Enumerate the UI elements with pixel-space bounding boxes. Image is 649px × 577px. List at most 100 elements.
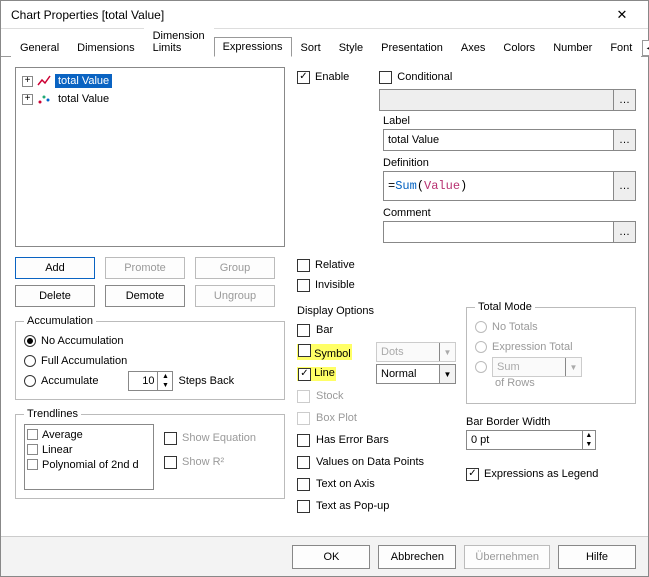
apply-button[interactable]: Übernehmen	[464, 545, 550, 569]
accumulation-group: Accumulation No Accumulation Full Accumu…	[15, 315, 285, 400]
cancel-button[interactable]: Abbrechen	[378, 545, 456, 569]
highlight: Symbol	[297, 344, 352, 360]
radio-expression-total	[475, 341, 487, 353]
browse-icon[interactable]: …	[613, 130, 635, 150]
total-mode-group: Total Mode No Totals Expression Total Su…	[466, 301, 636, 404]
scatter-icon	[37, 92, 51, 106]
checkbox-bar[interactable]	[297, 324, 310, 337]
expand-icon[interactable]: +	[22, 76, 33, 87]
trendlines-list[interactable]: Average Linear Polynomial of 2nd d	[24, 424, 154, 490]
list-item[interactable]: Average	[27, 427, 151, 442]
tab-presentation[interactable]: Presentation	[372, 38, 452, 57]
checkbox-expressions-as-legend[interactable]	[466, 468, 479, 481]
label-label: Label	[383, 115, 636, 127]
help-button[interactable]: Hilfe	[558, 545, 636, 569]
ungroup-button[interactable]: Ungroup	[195, 285, 275, 307]
browse-icon[interactable]: …	[613, 172, 635, 200]
tab-expressions[interactable]: Expressions	[214, 37, 292, 57]
ok-button[interactable]: OK	[292, 545, 370, 569]
checkbox-text-as-popup[interactable]	[297, 500, 310, 513]
symbol-combo[interactable]: Dots▼	[376, 342, 456, 362]
bar-border-input[interactable]	[467, 431, 582, 449]
radio-sum-of-rows	[475, 361, 487, 373]
dialog-window: Chart Properties [total Value] ✕ General…	[0, 0, 649, 577]
checkbox-invisible[interactable]	[297, 279, 310, 292]
chevron-down-icon: ▼	[565, 358, 581, 376]
checkbox-text-on-axis[interactable]	[297, 478, 310, 491]
tab-sort[interactable]: Sort	[292, 38, 330, 57]
browse-icon[interactable]: …	[613, 90, 635, 110]
window-title: Chart Properties [total Value]	[11, 8, 602, 22]
promote-button[interactable]: Promote	[105, 257, 185, 279]
tab-dimension-limits[interactable]: Dimension Limits	[144, 26, 214, 57]
comment-input[interactable]	[384, 222, 613, 242]
checkbox-box-plot	[297, 412, 310, 425]
definition-field[interactable]: =Sum(Value) …	[383, 171, 636, 201]
delete-button[interactable]: Delete	[15, 285, 95, 307]
tree-row[interactable]: + total Value	[20, 72, 280, 90]
close-icon[interactable]: ✕	[602, 2, 642, 28]
radio-accumulate[interactable]	[24, 375, 36, 387]
tab-axes[interactable]: Axes	[452, 38, 494, 57]
trendlines-group: Trendlines Average Linear Polynomial of …	[15, 408, 285, 499]
tab-number[interactable]: Number	[544, 38, 601, 57]
comment-field[interactable]: …	[383, 221, 636, 243]
group-button[interactable]: Group	[195, 257, 275, 279]
checkbox-show-equation	[164, 432, 177, 445]
checkbox-show-r2	[164, 456, 177, 469]
dialog-footer: OK Abbrechen Übernehmen Hilfe	[1, 536, 648, 576]
tab-general[interactable]: General	[11, 38, 68, 57]
list-item[interactable]: Linear	[27, 442, 151, 457]
label-input[interactable]	[384, 130, 613, 150]
radio-label: Accumulate	[41, 375, 98, 387]
checkbox-conditional[interactable]	[379, 71, 392, 84]
radio-full-accumulation[interactable]	[24, 355, 36, 367]
radio-label: Full Accumulation	[41, 355, 127, 367]
display-options-label: Display Options	[297, 305, 456, 317]
line-combo[interactable]: Normal▼	[376, 364, 456, 384]
checkbox-relative[interactable]	[297, 259, 310, 272]
radio-no-totals	[475, 321, 487, 333]
chevron-down-icon[interactable]: ▼	[439, 343, 455, 361]
tab-scroll-left-icon[interactable]: ◄	[642, 40, 649, 56]
definition-label: Definition	[383, 157, 636, 169]
tab-style[interactable]: Style	[330, 38, 372, 57]
steps-input[interactable]	[129, 372, 157, 390]
expand-icon[interactable]: +	[22, 94, 33, 105]
steps-spinner[interactable]: ▲▼	[128, 371, 173, 391]
checkbox-symbol[interactable]	[298, 344, 311, 357]
tab-colors[interactable]: Colors	[494, 38, 544, 57]
radio-no-accumulation[interactable]	[24, 335, 36, 347]
conditional-label: Conditional	[397, 71, 452, 83]
bar-border-spinner[interactable]: ▲▼	[466, 430, 596, 450]
list-item[interactable]: Polynomial of 2nd d	[27, 457, 151, 472]
chevron-down-icon[interactable]: ▼	[439, 365, 455, 383]
enable-label: Enable	[315, 71, 349, 83]
tree-row[interactable]: + total Value	[20, 90, 280, 108]
spin-up-icon[interactable]: ▲	[583, 431, 595, 440]
spin-down-icon[interactable]: ▼	[583, 440, 595, 449]
checkbox-values-on-data-points[interactable]	[297, 456, 310, 469]
checkbox-has-error-bars[interactable]	[297, 434, 310, 447]
browse-icon[interactable]: …	[613, 222, 635, 242]
add-button[interactable]: Add	[15, 257, 95, 279]
spin-down-icon[interactable]: ▼	[158, 381, 172, 390]
trendlines-legend: Trendlines	[24, 408, 81, 420]
accumulation-legend: Accumulation	[24, 315, 96, 327]
steps-back-label: Steps Back	[178, 375, 234, 387]
total-mode-legend: Total Mode	[475, 301, 535, 313]
tree-item-label[interactable]: total Value	[55, 92, 112, 106]
label-field[interactable]: …	[383, 129, 636, 151]
tab-dimensions[interactable]: Dimensions	[68, 38, 143, 57]
conditional-input[interactable]	[380, 90, 613, 110]
checkbox-enable[interactable]	[297, 71, 310, 84]
tab-strip: General Dimensions Dimension Limits Expr…	[1, 29, 648, 57]
tab-font[interactable]: Font	[601, 38, 641, 57]
conditional-field[interactable]: …	[379, 89, 636, 111]
bar-border-width-label: Bar Border Width	[466, 416, 636, 428]
expression-tree[interactable]: + total Value + total Value	[15, 67, 285, 247]
tree-item-label[interactable]: total Value	[55, 74, 112, 88]
checkbox-line[interactable]	[298, 368, 311, 381]
demote-button[interactable]: Demote	[105, 285, 185, 307]
spin-up-icon[interactable]: ▲	[158, 372, 172, 381]
